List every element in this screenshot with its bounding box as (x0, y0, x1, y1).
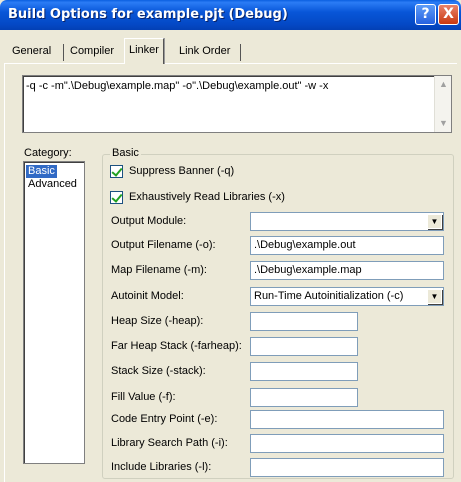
output-module-select[interactable]: ▼ (250, 212, 444, 231)
heap-size-input[interactable] (250, 312, 358, 331)
arrow-up-icon[interactable]: ▲ (436, 77, 451, 92)
map-filename-label: Map Filename (-m): (111, 264, 207, 276)
tab-link-order[interactable]: Link Order (175, 42, 234, 63)
library-search-path-label: Library Search Path (-i): (111, 437, 228, 449)
stack-size-input[interactable] (250, 362, 358, 381)
tab-strip-border (4, 63, 457, 64)
fill-value-input[interactable] (250, 388, 358, 407)
category-item-basic[interactable]: Basic (26, 165, 57, 178)
stack-size-label: Stack Size (-stack): (111, 365, 206, 377)
close-button[interactable]: X (438, 4, 459, 25)
window-title: Build Options for example.pjt (Debug) (8, 7, 288, 22)
exhaustive-read-checkbox[interactable] (110, 191, 123, 204)
include-libraries-input[interactable] (250, 458, 444, 477)
command-line-text: -q -c -m".\Debug\example.map" -o".\Debug… (26, 80, 329, 92)
basic-group-title: Basic (110, 147, 141, 159)
autoinit-model-label: Autoinit Model: (111, 290, 184, 302)
command-line-field[interactable]: -q -c -m".\Debug\example.map" -o".\Debug… (22, 75, 452, 133)
heap-size-label: Heap Size (-heap): (111, 315, 204, 327)
title-bar[interactable]: Build Options for example.pjt (Debug) ? … (0, 0, 461, 30)
output-module-label: Output Module: (111, 215, 187, 227)
tab-compiler[interactable]: Compiler (66, 42, 118, 63)
code-entry-point-input[interactable] (250, 410, 444, 429)
chevron-down-icon[interactable]: ▼ (427, 214, 442, 229)
command-line-scrollbar[interactable]: ▲ ▼ (434, 76, 451, 132)
autoinit-model-value: Run-Time Autoinitialization (-c) (254, 290, 404, 302)
category-label: Category: (24, 147, 72, 159)
tab-separator (240, 44, 241, 61)
include-libraries-label: Include Libraries (-l): (111, 461, 212, 473)
code-entry-point-label: Code Entry Point (-e): (111, 413, 218, 425)
category-list[interactable]: Basic Advanced (23, 161, 85, 464)
tab-general[interactable]: General (8, 42, 55, 63)
tab-separator (63, 44, 64, 61)
exhaustive-read-label: Exhaustively Read Libraries (-x) (129, 191, 285, 203)
output-filename-label: Output Filename (-o): (111, 239, 216, 251)
arrow-down-icon[interactable]: ▼ (436, 116, 451, 131)
map-filename-input[interactable]: .\Debug\example.map (250, 261, 444, 280)
fill-value-label: Fill Value (-f): (111, 391, 176, 403)
suppress-banner-label: Suppress Banner (-q) (129, 165, 235, 177)
tab-linker[interactable]: Linker (124, 38, 164, 64)
autoinit-model-select[interactable]: Run-Time Autoinitialization (-c) ▼ (250, 287, 444, 306)
output-filename-input[interactable]: .\Debug\example.out (250, 236, 444, 255)
category-item-advanced[interactable]: Advanced (26, 178, 79, 191)
library-search-path-input[interactable] (250, 434, 444, 453)
suppress-banner-checkbox[interactable] (110, 165, 123, 178)
far-heap-stack-input[interactable] (250, 337, 358, 356)
far-heap-stack-label: Far Heap Stack (-farheap): (111, 340, 242, 352)
help-button[interactable]: ? (415, 4, 436, 25)
chevron-down-icon[interactable]: ▼ (427, 289, 442, 304)
